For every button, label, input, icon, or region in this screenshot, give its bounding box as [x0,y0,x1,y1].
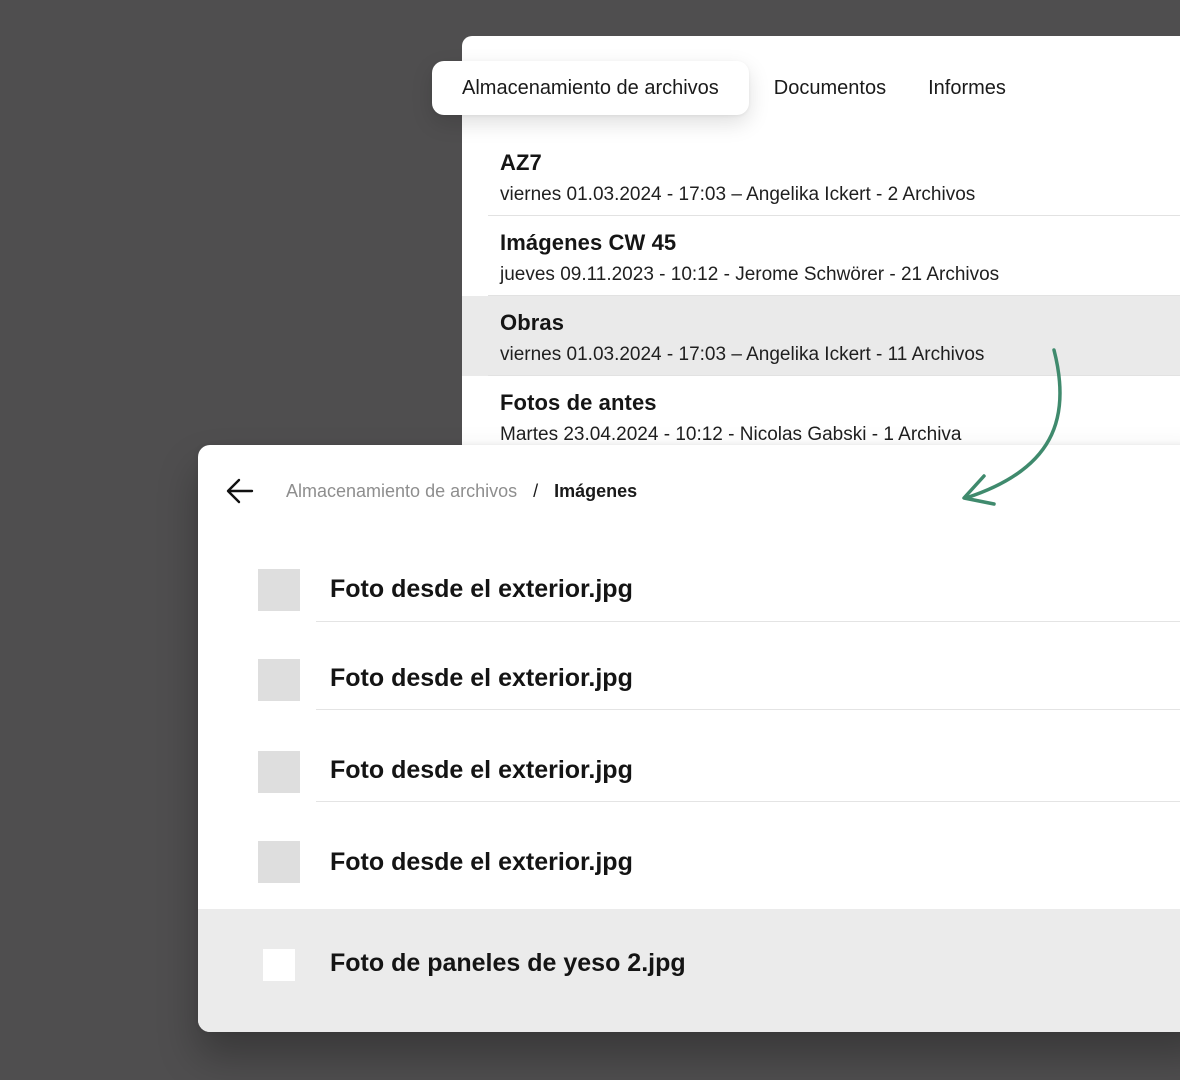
stage: Almacenamiento de archivos Documentos In… [0,0,1180,1080]
breadcrumb-bar: Almacenamiento de archivos / Imágenes [198,445,1180,537]
folder-title: Imágenes CW 45 [500,230,677,255]
file-name: Foto desde el exterior.jpg [330,756,633,784]
file-row-selected[interactable]: Foto de paneles de yeso 2.jpg [198,909,1180,1032]
folder-row[interactable]: Imágenes CW 45 jueves 09.11.2023 - 10:12… [462,216,1180,296]
folder-list: AZ7 viernes 01.03.2024 - 17:03 – Angelik… [462,136,1180,456]
folder-meta: viernes 01.03.2024 - 17:03 – Angelika Ic… [500,184,976,205]
file-row[interactable]: Foto desde el exterior.jpg [198,622,1180,710]
arrow-left-icon[interactable] [226,478,254,504]
file-name: Foto desde el exterior.jpg [330,575,633,603]
folder-title: Obras [500,310,565,335]
tab-reports[interactable]: Informes [907,61,1027,115]
folder-meta: Martes 23.04.2024 - 10:12 - Nicolas Gabs… [500,424,962,445]
breadcrumb-current: Imágenes [554,481,638,501]
tab-bar: Almacenamiento de archivos Documentos In… [432,60,1027,116]
file-row[interactable]: Foto desde el exterior.jpg [198,710,1180,802]
folder-meta: jueves 09.11.2023 - 10:12 - Jerome Schwö… [500,264,1000,285]
file-thumbnail [258,751,300,793]
folder-title: AZ7 [500,150,542,175]
file-thumbnail [258,569,300,611]
file-name: Foto desde el exterior.jpg [330,848,633,876]
folder-row[interactable]: Fotos de antes Martes 23.04.2024 - 10:12… [462,376,1180,456]
file-name: Foto desde el exterior.jpg [330,664,633,692]
tab-documents[interactable]: Documentos [753,61,907,115]
folder-row-highlighted[interactable]: Obras viernes 01.03.2024 - 17:03 – Angel… [462,296,1180,376]
file-row[interactable]: Foto desde el exterior.jpg [198,545,1180,622]
file-thumbnail [263,949,295,981]
file-name: Foto de paneles de yeso 2.jpg [330,949,686,977]
file-thumbnail [258,841,300,883]
breadcrumb-root[interactable]: Almacenamiento de archivos [286,481,517,502]
breadcrumb-separator: / [533,481,539,501]
folder-title: Fotos de antes [500,390,657,415]
file-browser-panel: Almacenamiento de archivos / Imágenes Fo… [198,445,1180,1032]
tab-file-storage[interactable]: Almacenamiento de archivos [432,61,749,115]
folder-meta: viernes 01.03.2024 - 17:03 – Angelika Ic… [500,344,985,365]
folder-row[interactable]: AZ7 viernes 01.03.2024 - 17:03 – Angelik… [462,136,1180,216]
file-thumbnail [258,659,300,701]
file-row[interactable]: Foto desde el exterior.jpg [198,802,1180,909]
breadcrumb: Almacenamiento de archivos / Imágenes [286,481,637,502]
